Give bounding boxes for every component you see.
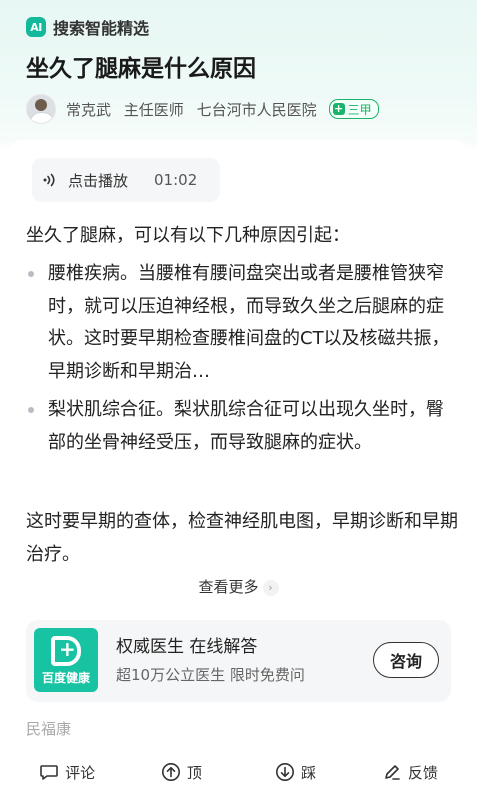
action-bar: 评论 顶 踩 反馈 [10, 752, 467, 792]
upvote-label: 顶 [186, 763, 202, 782]
answer-intro: 坐久了腿麻，可以有以下几种原因引起： [26, 225, 350, 246]
feedback-button[interactable]: 反馈 [353, 752, 467, 792]
answer-content: 点击播放 01:02 坐久了腿麻，可以有以下几种原因引起： 腰椎疾病。当腰椎有腰… [10, 140, 467, 800]
view-more-button[interactable]: 查看更多 › [10, 576, 467, 597]
downvote-label: 踩 [301, 763, 317, 782]
audio-duration: 01:02 [154, 171, 198, 189]
view-more-label: 查看更多 [198, 578, 259, 596]
promo-subtitle: 超10万公立医生 限时免费问 [116, 666, 305, 684]
hospital-grade-badge: + 三甲 [328, 99, 379, 119]
doctor-avatar[interactable] [26, 94, 56, 124]
consult-button[interactable]: 咨询 [373, 642, 439, 678]
ai-source-row: AI 搜索智能精选 [26, 12, 461, 42]
health-logo-icon [51, 636, 81, 666]
cause-list: 腰椎疾病。当腰椎有腰间盘突出或者是腰椎管狭窄时，就可以压迫神经根，而导致久坐之后… [26, 258, 458, 498]
baidu-health-logo-text: 百度健康 [41, 671, 90, 685]
search-result-card: AI 搜索智能精选 坐久了腿麻是什么原因 常克武 主任医师 七台河市人民医院 +… [0, 0, 477, 800]
audio-play-button[interactable]: 点击播放 01:02 [32, 158, 220, 202]
answer-conclusion: 这时要早期的查体，检查神经肌电图，早期诊断和早期治疗。 [26, 511, 458, 565]
author-row[interactable]: 常克武 主任医师 七台河市人民医院 + 三甲 [26, 94, 461, 124]
chevron-right-icon: › [262, 580, 279, 596]
page-title[interactable]: 坐久了腿麻是什么原因 [26, 52, 461, 86]
list-item: 腰椎疾病。当腰椎有腰间盘突出或者是腰椎管狭窄时，就可以压迫神经根，而导致久坐之后… [26, 258, 458, 388]
comment-label: 评论 [65, 763, 96, 782]
baidu-health-logo: 百度健康 [34, 628, 98, 692]
comment-button[interactable]: 评论 [10, 752, 124, 792]
downvote-icon [276, 763, 295, 781]
author-info: 常克武 主任医师 七台河市人民医院 [66, 99, 325, 120]
author-name: 常克武 [66, 100, 112, 119]
ai-logo-icon: AI [26, 17, 46, 37]
ai-source-label: 搜索智能精选 [53, 19, 150, 38]
audio-play-label: 点击播放 [68, 171, 129, 190]
feedback-label: 反馈 [407, 763, 438, 782]
sound-wave-icon [42, 171, 60, 189]
author-hospital: 七台河市人民医院 [196, 100, 317, 119]
promo-title: 权威医生 在线解答 [116, 637, 258, 657]
comment-icon [40, 765, 58, 780]
baidu-health-promo[interactable]: 百度健康 权威医生 在线解答 超10万公立医生 限时免费问 咨询 [26, 620, 451, 702]
upvote-button[interactable]: 顶 [124, 752, 238, 792]
medical-cross-icon: + [332, 102, 345, 115]
author-position: 主任医师 [123, 100, 184, 119]
hospital-grade-label: 三甲 [347, 102, 372, 117]
source-label[interactable]: 民福康 [26, 718, 71, 739]
card-header: AI 搜索智能精选 坐久了腿麻是什么原因 常克武 主任医师 七台河市人民医院 +… [26, 12, 461, 124]
pencil-icon [385, 765, 400, 780]
downvote-button[interactable]: 踩 [239, 752, 353, 792]
list-item: 梨状肌综合征。梨状肌综合征可以出现久坐时，臀部的坐骨神经受压，而导致腿麻的症状。 [26, 394, 458, 492]
upvote-icon [161, 763, 180, 781]
